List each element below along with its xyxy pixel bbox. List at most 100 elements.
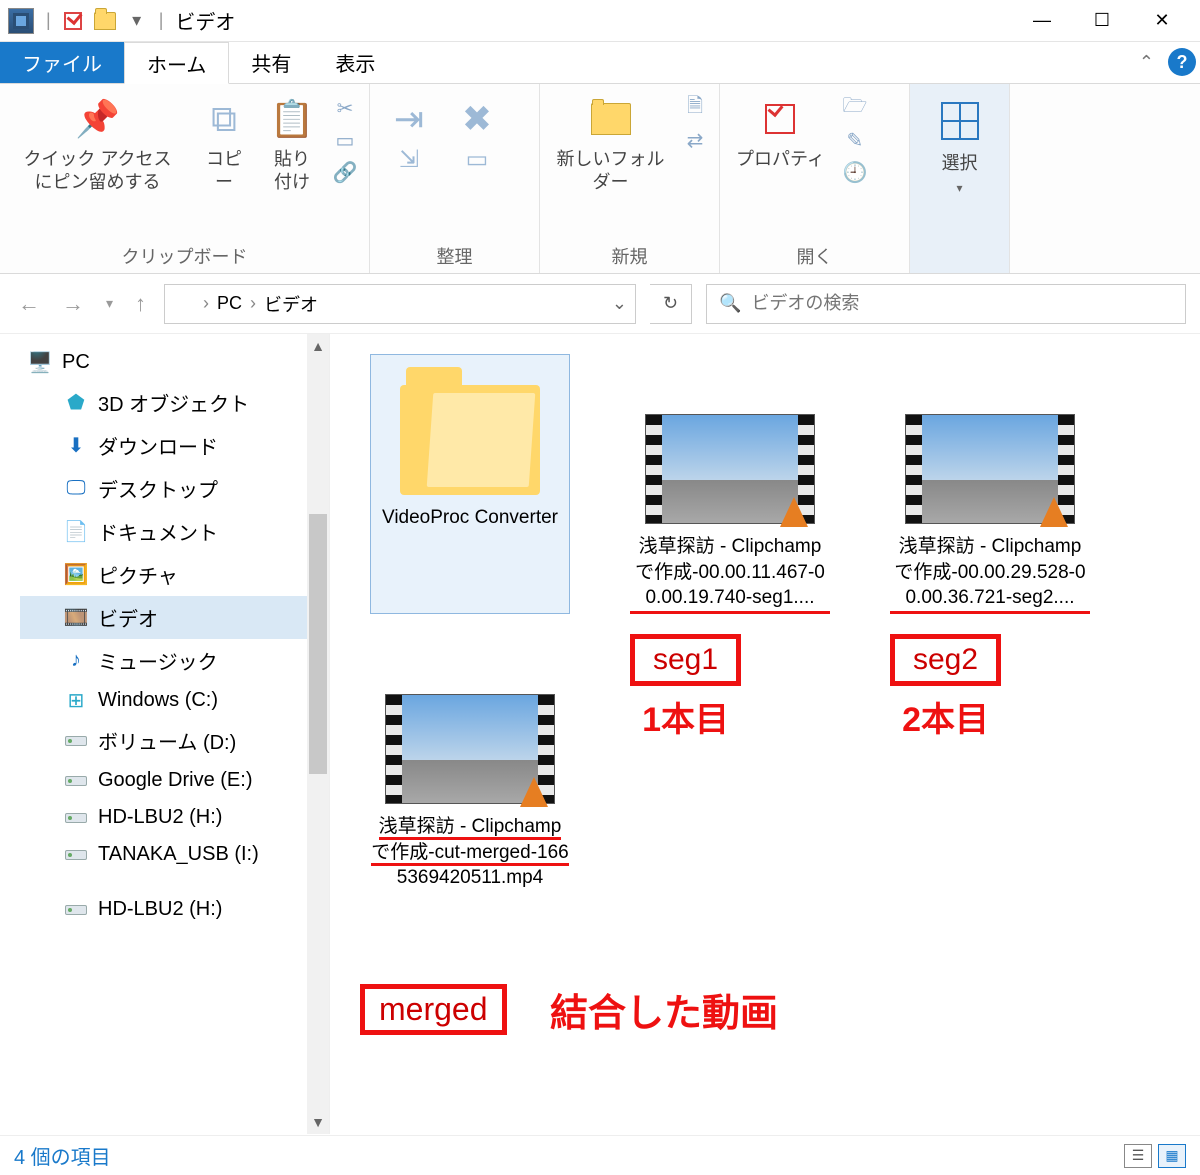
sidebar-item-desktop[interactable]: 🖵 デスクトップ [20,467,329,510]
tree-label: HD-LBU2 (H:) [98,898,222,921]
download-icon: ⬇ [64,435,88,457]
video-item-seg1[interactable]: 浅草探訪 - Clipchampで作成-00.00.11.467-00.00.1… [630,414,830,614]
sidebar-scrollbar[interactable]: ▲ ▼ [307,334,329,1134]
file-list[interactable]: VideoProc Converter 浅草探訪 - Clipchampで作成-… [330,334,1200,1134]
group-label-new: 新規 [550,241,709,269]
item-count: 4 個の項目 [14,1141,111,1170]
rename-button[interactable]: ▭ [448,131,506,183]
search-box[interactable]: 🔍 [706,284,1186,324]
copy-to-icon: ⇲ [386,137,432,183]
tab-home[interactable]: ホーム [124,42,229,84]
qat-divider-2: | [159,10,164,31]
sidebar-item-drive-h2[interactable]: HD-LBU2 (H:) [20,891,329,928]
tree-label: HD-LBU2 (H:) [98,806,222,829]
sidebar-item-drive-i[interactable]: TANAKA_USB (I:) [20,836,329,873]
video-item-merged[interactable]: 浅草探訪 - Clipchampで作成-cut-merged-166 53694… [370,694,570,891]
scroll-down-icon[interactable]: ▼ [311,1114,325,1130]
tree-label: Google Drive (E:) [98,769,253,792]
tree-label: ビデオ [98,603,158,632]
group-label-select [920,267,999,269]
sidebar-item-drive-d[interactable]: ボリューム (D:) [20,719,329,762]
copy-to-button[interactable]: ⇲ [380,131,438,183]
tab-share[interactable]: 共有 [229,42,313,83]
thumbnails-view-button[interactable]: ▦ [1158,1144,1186,1168]
annotation-seg1: seg1 1本目 [630,634,741,741]
paste-shortcut-icon[interactable]: 🔗 [331,160,359,184]
sidebar-item-drive-e[interactable]: Google Drive (E:) [20,762,329,799]
drive-icon [64,807,88,829]
search-input[interactable] [751,293,1173,314]
folder-item-videoproc[interactable]: VideoProc Converter [370,354,570,614]
annotation-seg2: seg2 2本目 [890,634,1001,741]
new-folder-button[interactable]: 新しいフォルダー [550,90,671,195]
document-icon: 📄 [64,521,88,543]
sidebar-item-videos[interactable]: 🎞️ ビデオ [20,596,329,639]
sidebar-item-music[interactable]: ♪ ミュージック [20,639,329,682]
paste-label: 貼り付け [269,148,315,195]
tab-view[interactable]: 表示 [313,42,397,83]
scroll-thumb[interactable] [309,514,327,774]
pin-to-quick-access-button[interactable]: 📌 クイック アクセスにピン留めする [10,90,185,195]
sidebar-item-drive-c[interactable]: ⊞ Windows (C:) [20,682,329,719]
item-label-line: 5369420511.mp4 [397,867,544,888]
group-label-open: 開く [730,241,899,269]
close-button[interactable]: ✕ [1132,0,1192,42]
sidebar-item-3d-objects[interactable]: ⬟ 3D オブジェクト [20,381,329,424]
sidebar-item-pc[interactable]: 🖥️ PC [20,344,329,381]
folder-icon [400,385,540,495]
refresh-button[interactable]: ↻ [650,284,692,324]
sidebar-item-drive-h[interactable]: HD-LBU2 (H:) [20,799,329,836]
paste-icon: 📋 [269,96,315,142]
qat-properties-icon[interactable] [61,9,85,33]
history-icon[interactable]: 🕘 [841,160,869,184]
tree-label: ダウンロード [98,431,218,460]
rename-icon: ▭ [454,137,500,183]
properties-icon [757,96,803,142]
sidebar-item-pictures[interactable]: 🖼️ ピクチャ [20,553,329,596]
scroll-up-icon[interactable]: ▲ [311,338,325,354]
select-button[interactable]: 選択 ▾ [929,90,991,197]
breadcrumb-pc[interactable]: PC [217,293,242,314]
breadcrumb[interactable]: › PC › ビデオ ⌄ [164,284,636,324]
qat-divider: | [46,10,51,31]
edit-icon[interactable]: ✎ [841,128,869,152]
tab-file[interactable]: ファイル [0,42,124,83]
sidebar-item-documents[interactable]: 📄 ドキュメント [20,510,329,553]
copy-button[interactable]: ⧉ コピー [195,90,253,195]
forward-button[interactable]: → [58,287,88,321]
back-button[interactable]: ← [14,287,44,321]
cut-icon[interactable]: ✂ [331,96,359,120]
vlc-cone-icon [780,497,808,527]
video-item-seg2[interactable]: 浅草探訪 - Clipchampで作成-00.00.29.528-00.00.3… [890,414,1090,614]
recent-locations-button[interactable]: ▾ [102,291,117,316]
paste-button[interactable]: 📋 貼り付け [263,90,321,195]
maximize-button[interactable]: ☐ [1072,0,1132,42]
properties-button[interactable]: プロパティ [730,90,831,171]
tree-label: TANAKA_USB (I:) [98,843,259,866]
up-button[interactable]: ↑ [131,287,150,321]
vlc-cone-icon [1040,497,1068,527]
tree-label: ドキュメント [98,517,218,546]
breadcrumb-dropdown-icon[interactable]: ⌄ [612,293,627,314]
easy-access-icon[interactable]: ⇄ [681,128,709,152]
open-icon[interactable]: 🗁 [841,96,869,120]
tree-label: ボリューム (D:) [98,726,236,755]
qat-folder-icon[interactable] [93,9,117,33]
ribbon-collapse-icon[interactable]: ⌃ [1125,42,1168,83]
item-label: 浅草探訪 - Clipchampで作成-cut-merged-166 53694… [370,814,570,891]
drive-icon [64,730,88,752]
video-thumbnail-icon [385,694,555,804]
annotation-text: 1本目 [642,692,729,741]
copy-icon: ⧉ [201,96,247,142]
new-item-icon[interactable]: 🗎 [681,96,709,120]
details-view-button[interactable]: ☰ [1124,1144,1152,1168]
help-icon[interactable]: ? [1168,48,1196,76]
main-area: 🖥️ PC ⬟ 3D オブジェクト ⬇ ダウンロード 🖵 デスクトップ 📄 ドキ… [0,334,1200,1134]
drive-icon [64,899,88,921]
copy-path-icon[interactable]: ▭ [331,128,359,152]
qat-dropdown-icon[interactable]: ▾ [125,9,149,33]
breadcrumb-videos[interactable]: ビデオ [264,291,318,317]
select-icon [941,102,979,140]
minimize-button[interactable]: — [1012,0,1072,42]
sidebar-item-downloads[interactable]: ⬇ ダウンロード [20,424,329,467]
